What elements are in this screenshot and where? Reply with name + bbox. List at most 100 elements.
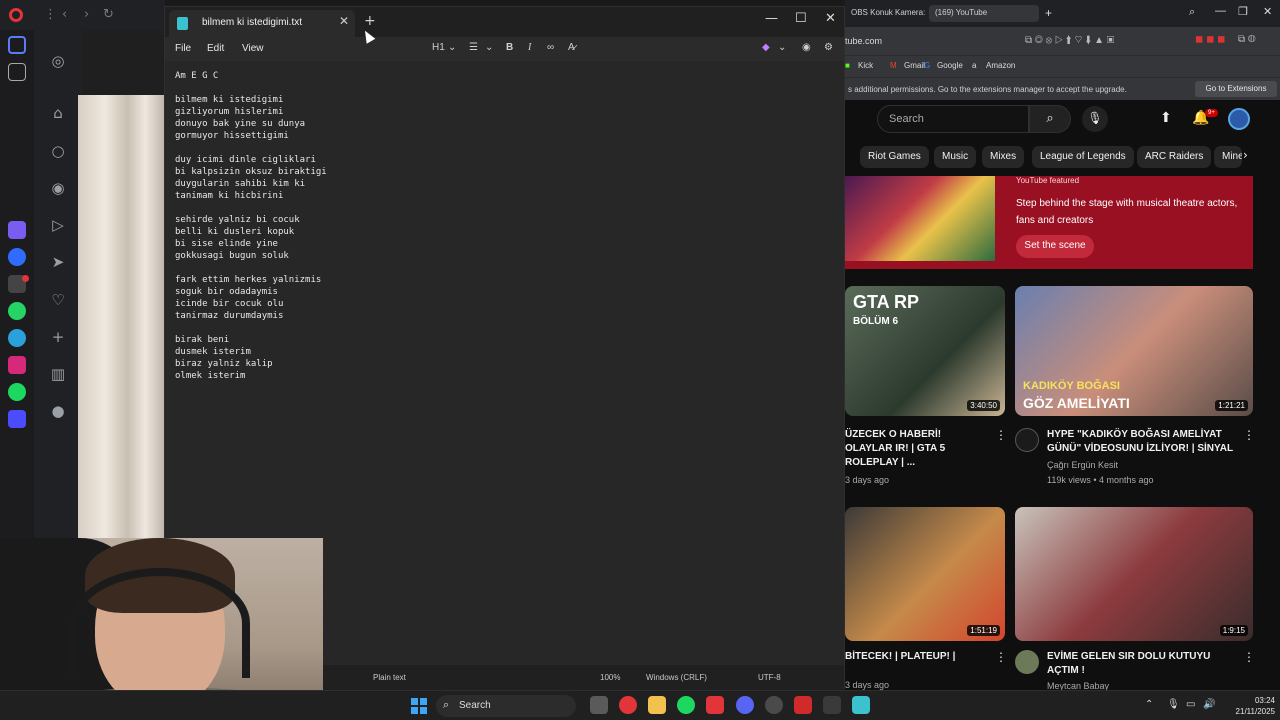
menu-view[interactable]: View <box>242 43 264 54</box>
status-line-ending[interactable]: Windows (CRLF) <box>646 673 707 682</box>
chip-arc-raiders[interactable]: ARC Raiders <box>1137 146 1212 168</box>
tab-obs[interactable]: OBS Konuk Kamera: <box>845 5 931 22</box>
microphone-icon[interactable]: 🎙 <box>1082 106 1108 132</box>
home-icon[interactable]: ⌂ <box>49 104 67 122</box>
menu-file[interactable]: File <box>175 43 191 54</box>
tab-search-icon[interactable]: ⌕ <box>1189 6 1195 19</box>
video-title-3[interactable]: BİTECEK! | PLATEUP! | <box>845 650 985 664</box>
list-icon[interactable]: ☰ <box>469 42 478 53</box>
channel-avatar[interactable] <box>1015 428 1039 452</box>
video-title-4[interactable]: EVİME GELEN SIR DOLU KUTUYU AÇTIM ! <box>1047 650 1243 678</box>
status-encoding[interactable]: UTF-8 <box>758 673 781 682</box>
go-to-extensions-button[interactable]: Go to Extensions <box>1195 81 1277 97</box>
address-text[interactable]: tube.com <box>845 36 882 46</box>
set-the-scene-button[interactable]: Set the scene <box>1016 235 1094 258</box>
link-icon[interactable]: ∞ <box>547 42 554 53</box>
task-view-icon[interactable] <box>590 696 608 714</box>
whatsapp-icon[interactable] <box>8 302 26 320</box>
spotify-taskbar-icon[interactable] <box>677 696 695 714</box>
heading-dropdown[interactable]: H1 <box>432 42 445 53</box>
address-bar[interactable]: tube.com ⧉ ◎ ⊗ ▷ ⬆ ♡ ⬇ ▲ ▣ ◼ ◼ ◼ ⧉ ◍ <box>845 27 1280 55</box>
bookmark-amazon[interactable]: Amazon <box>986 61 1015 70</box>
more-options-icon[interactable]: ⋮ <box>1243 428 1255 442</box>
close-icon[interactable]: ✕ <box>825 11 836 26</box>
workspace-star-icon[interactable] <box>8 63 26 81</box>
spotify-icon[interactable] <box>8 383 26 401</box>
minimize-icon[interactable]: — <box>765 11 778 26</box>
video-thumbnail-3[interactable]: 1:51:19 <box>845 507 1005 641</box>
extension-icons[interactable]: ⧉ ◎ ⊗ ▷ ⬆ ♡ ⬇ ▲ ▣ <box>1025 35 1114 46</box>
file-explorer-icon[interactable] <box>648 696 666 714</box>
clear-format-icon[interactable]: A̷ <box>568 42 575 53</box>
settings-gear-icon[interactable]: ⚙ <box>824 42 833 53</box>
telegram-icon[interactable] <box>8 329 26 347</box>
video-channel-2[interactable]: Çağrı Ergün Kesit <box>1047 460 1118 470</box>
discord-icon[interactable] <box>736 696 754 714</box>
player-icon[interactable] <box>8 410 26 428</box>
video-title-1[interactable]: ÜZECEK O HABERİ! OLAYLAR IR! | GTA 5 ROL… <box>845 428 985 470</box>
maximize-icon[interactable]: ☐ <box>795 11 807 26</box>
video-thumbnail-2[interactable]: KADIKÖY BOĞASI GÖZ AMELİYATI 1:21:21 <box>1015 286 1253 416</box>
new-tab-icon[interactable]: + <box>1045 6 1052 20</box>
heading-chevron-icon[interactable]: ⌄ <box>448 42 456 53</box>
reload-icon[interactable]: ↻ <box>103 7 114 22</box>
youtube-search-input[interactable]: Search <box>877 105 1029 133</box>
instagram-icon[interactable] <box>8 356 26 374</box>
more-options-icon[interactable]: ⋮ <box>995 650 1007 664</box>
bookmark-kick[interactable]: Kick <box>858 61 873 70</box>
upload-icon[interactable]: ⬆ <box>1160 110 1172 126</box>
close-icon[interactable]: ✕ <box>1263 5 1272 18</box>
video-title-2[interactable]: HYPE "KADIKÖY BOĞASI AMELİYAT GÜNÜ" VİDE… <box>1047 428 1243 456</box>
display-tray-icon[interactable]: ▭ <box>1186 699 1195 710</box>
notepad-taskbar-icon[interactable] <box>852 696 870 714</box>
instagram-outline-icon[interactable]: ◎ <box>49 52 67 70</box>
forward-icon[interactable]: › <box>84 7 89 22</box>
tray-chevron-icon[interactable]: ⌃ <box>1145 699 1153 710</box>
extensions-icon[interactable]: ⧉ ◍ <box>1238 34 1256 45</box>
chip-riot-games[interactable]: Riot Games <box>860 146 929 168</box>
messenger-icon[interactable] <box>8 248 26 266</box>
chip-music[interactable]: Music <box>934 146 977 168</box>
minimize-icon[interactable]: — <box>1215 5 1226 17</box>
opera-gx-icon[interactable] <box>706 696 724 714</box>
profile-icon[interactable]: ● <box>49 402 67 420</box>
workspace-home-icon[interactable] <box>8 36 26 54</box>
account-icon[interactable]: ◉ <box>802 42 811 53</box>
obs-icon[interactable] <box>794 696 812 714</box>
menu-icon[interactable]: ⋮ <box>44 7 57 22</box>
more-options-icon[interactable]: ⋮ <box>995 428 1007 442</box>
new-tab-icon[interactable]: + <box>364 13 376 29</box>
notepad-tab[interactable]: bilmem ki istedigimi.txt ✕ <box>169 10 355 37</box>
taskbar-search[interactable]: ⌕ Search <box>436 695 576 717</box>
restore-icon[interactable]: ❐ <box>1238 5 1248 18</box>
video-thumbnail-1[interactable]: GTA RP BÖLÜM 6 3:40:50 <box>845 286 1005 416</box>
windows-start-icon[interactable] <box>411 698 427 714</box>
featured-banner[interactable]: YouTube featured Step behind the stage w… <box>845 176 1253 269</box>
copilot-icon[interactable]: ◆ <box>762 42 770 53</box>
menu-edit[interactable]: Edit <box>207 43 224 54</box>
chip-league-of-legends[interactable]: League of Legends <box>1032 146 1134 168</box>
search-icon[interactable]: ○ <box>49 142 67 160</box>
more-options-icon[interactable]: ⋮ <box>1243 650 1255 664</box>
aria-icon[interactable] <box>8 221 26 239</box>
reels-icon[interactable]: ▷ <box>49 216 67 234</box>
opera-logo-icon[interactable] <box>9 8 23 22</box>
steam-icon[interactable] <box>765 696 783 714</box>
chip-mixes[interactable]: Mixes <box>982 146 1025 168</box>
heart-icon[interactable]: ♡ <box>49 291 67 309</box>
opera-taskbar-icon[interactable] <box>619 696 637 714</box>
copilot-chevron-icon[interactable]: ⌄ <box>778 42 786 53</box>
tab-close-icon[interactable]: ✕ <box>339 14 349 28</box>
chevron-right-icon[interactable]: › <box>1243 148 1248 162</box>
channel-avatar[interactable] <box>1015 650 1039 674</box>
italic-button[interactable]: I <box>528 42 531 53</box>
bold-button[interactable]: B <box>506 42 513 53</box>
mic-tray-icon[interactable]: 🎙 <box>1167 699 1180 710</box>
list-chevron-icon[interactable]: ⌄ <box>485 42 493 53</box>
create-icon[interactable]: + <box>49 328 67 346</box>
extension-red-icons[interactable]: ◼ ◼ ◼ <box>1195 34 1225 45</box>
dashboard-icon[interactable]: ▥ <box>49 365 67 383</box>
back-icon[interactable]: ‹ <box>62 7 67 22</box>
taskbar-clock[interactable]: 03:24 21/11/2025 <box>1225 695 1275 717</box>
avatar[interactable] <box>1228 108 1250 130</box>
